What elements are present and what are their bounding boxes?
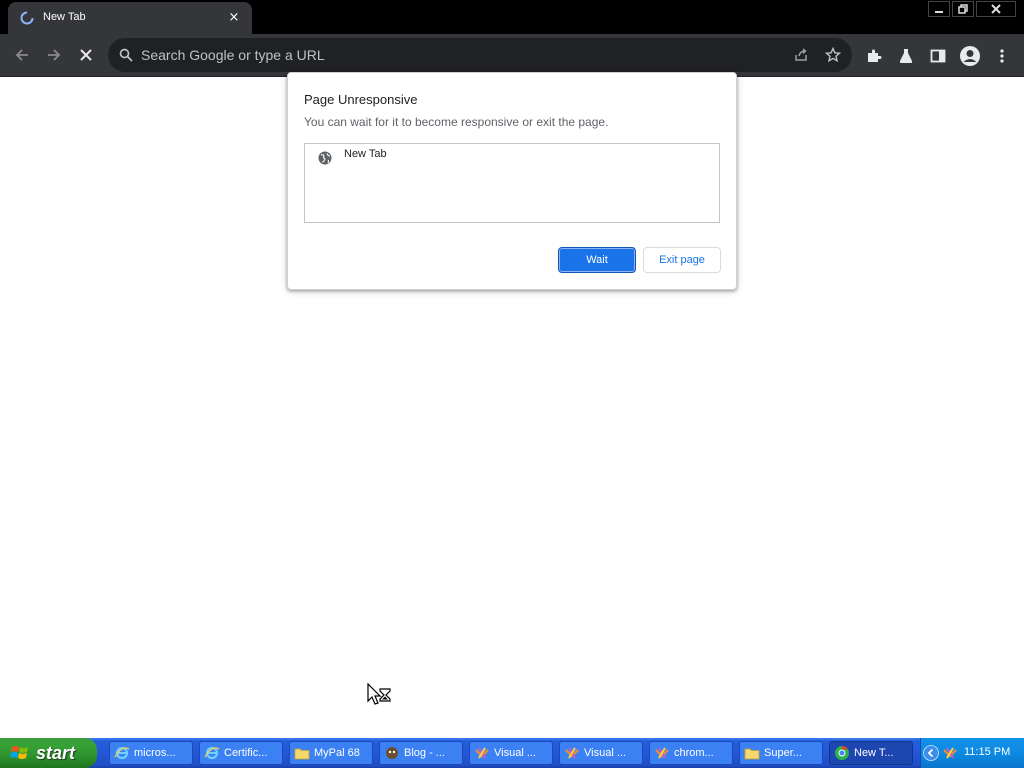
dialog-message: You can wait for it to become responsive… — [304, 115, 609, 129]
tab-title: New Tab — [43, 11, 86, 23]
taskbar-item-label: Visual ... — [584, 747, 626, 759]
taskbar-item[interactable]: Super... — [739, 741, 823, 765]
visual-studio-icon[interactable] — [942, 745, 958, 761]
taskbar-item[interactable]: chrom... — [649, 741, 733, 765]
visual-studio-icon — [655, 747, 669, 759]
busy-cursor-icon — [367, 683, 391, 705]
taskbar-item-label: New T... — [854, 747, 894, 759]
exit-page-button[interactable]: Exit page — [643, 247, 721, 273]
loading-spinner-icon — [20, 11, 34, 25]
close-icon[interactable] — [976, 1, 1016, 17]
taskbar-item-label: Visual ... — [494, 747, 536, 759]
omnibox[interactable] — [108, 38, 852, 72]
extensions-puzzle-icon[interactable] — [865, 47, 883, 65]
visual-studio-icon — [475, 747, 489, 759]
ie-icon — [204, 746, 220, 760]
taskbar-item[interactable]: Blog - ... — [379, 741, 463, 765]
minimize-icon[interactable] — [928, 1, 950, 17]
taskbar-item-label: Super... — [764, 747, 802, 759]
dialog-title: Page Unresponsive — [304, 92, 418, 107]
clock: 11:15 PM — [964, 746, 1011, 758]
tab-strip: New Tab × — [0, 0, 1024, 34]
kebab-menu-icon[interactable] — [993, 47, 1011, 65]
taskbar-item-label: Blog - ... — [404, 747, 445, 759]
taskbar: start micros... Certific... MyPal 68 Blo… — [0, 738, 1024, 768]
folder-icon — [744, 748, 760, 760]
folder-icon — [294, 748, 310, 760]
taskbar-item[interactable]: Certific... — [199, 741, 283, 765]
back-arrow-icon[interactable] — [11, 44, 33, 66]
taskbar-item-label: Certific... — [224, 747, 268, 759]
system-tray: 11:15 PM — [920, 738, 1024, 768]
chrome-icon — [835, 745, 849, 760]
screen: New Tab × Search Google or type a URL Pa… — [0, 0, 1024, 768]
tab-close-icon[interactable]: × — [226, 10, 242, 26]
address-input[interactable] — [141, 38, 741, 72]
visual-studio-icon — [565, 747, 579, 759]
restore-icon[interactable] — [952, 1, 974, 17]
forward-arrow-icon[interactable] — [43, 44, 65, 66]
search-icon — [119, 48, 133, 62]
start-button[interactable]: start — [0, 738, 97, 768]
wait-button[interactable]: Wait — [558, 247, 636, 273]
taskbar-item-label: micros... — [134, 747, 176, 759]
stop-loading-icon[interactable] — [75, 44, 97, 66]
labs-flask-icon[interactable] — [897, 47, 915, 65]
taskbar-item-label: MyPal 68 — [314, 747, 360, 759]
taskbar-item-active[interactable]: New T... — [829, 741, 913, 765]
side-panel-icon[interactable] — [929, 47, 947, 65]
app-icon — [386, 747, 398, 759]
ie-icon — [114, 746, 130, 760]
taskbar-item[interactable]: Visual ... — [469, 741, 553, 765]
tab-new-tab[interactable]: New Tab × — [8, 2, 252, 34]
start-label: start — [36, 742, 76, 763]
globe-icon — [318, 151, 332, 165]
profile-avatar-icon[interactable] — [959, 45, 981, 67]
taskbar-item-label: chrom... — [674, 747, 714, 759]
window-controls — [928, 1, 1016, 18]
chevron-left-icon[interactable] — [923, 745, 939, 761]
taskbar-item[interactable]: Visual ... — [559, 741, 643, 765]
bookmark-star-icon[interactable] — [825, 47, 841, 63]
unresponsive-pages-list: New Tab — [304, 143, 720, 223]
share-icon[interactable] — [793, 47, 809, 63]
list-item-label: New Tab — [344, 148, 387, 160]
page-unresponsive-dialog: Page Unresponsive You can wait for it to… — [287, 72, 737, 290]
taskbar-item[interactable]: MyPal 68 — [289, 741, 373, 765]
browser-toolbar — [0, 34, 1024, 77]
taskbar-item[interactable]: micros... — [109, 741, 193, 765]
windows-flag-icon — [10, 746, 28, 759]
